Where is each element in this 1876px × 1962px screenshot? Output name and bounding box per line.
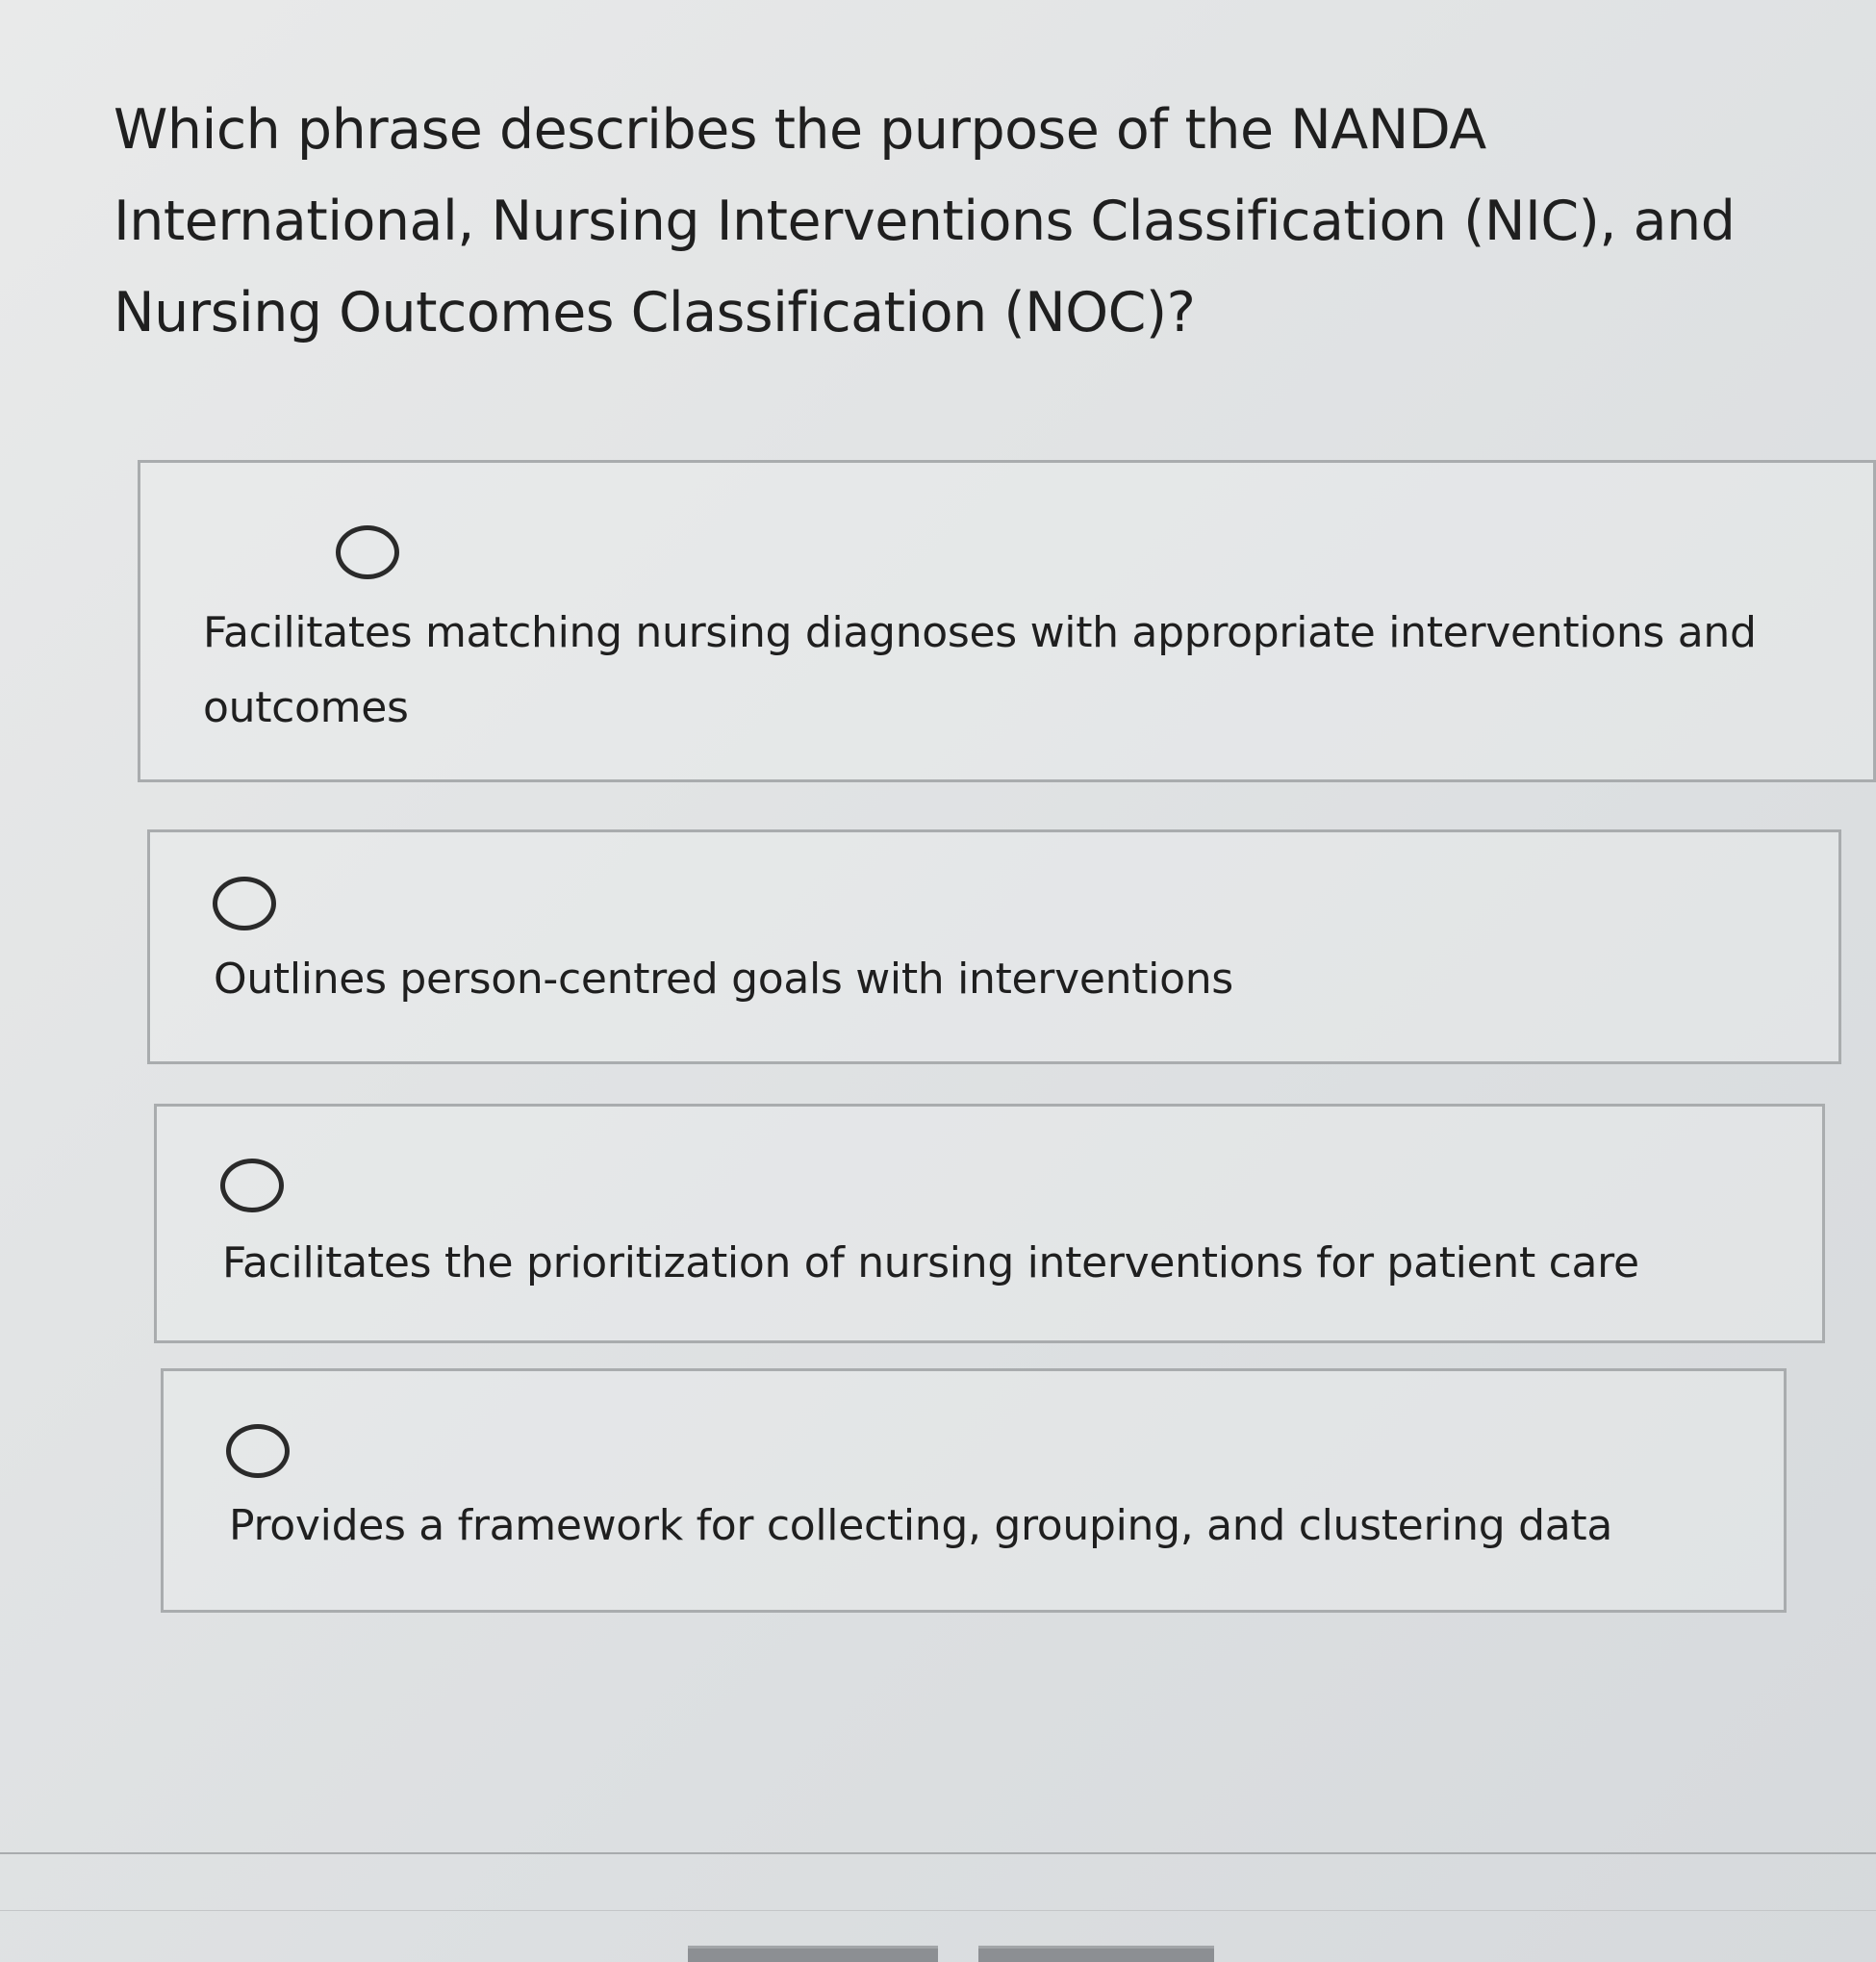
answer-option-2[interactable]: Outlines person-centred goals with inter…	[147, 829, 1841, 1064]
radio-unselected-icon[interactable]	[213, 877, 276, 930]
radio-unselected-icon[interactable]	[226, 1424, 290, 1478]
answer-option-3-label: Facilitates the prioritization of nursin…	[222, 1238, 1639, 1287]
radio-unselected-icon[interactable]	[220, 1159, 284, 1212]
answer-option-1[interactable]: Facilitates matching nursing diagnoses w…	[138, 460, 1876, 782]
answer-option-2-label: Outlines person-centred goals with inter…	[214, 955, 1233, 1004]
footer-divider	[0, 1852, 1876, 1854]
answer-option-4[interactable]: Provides a framework for collecting, gro…	[161, 1368, 1787, 1613]
answer-option-1-label: Facilitates matching nursing diagnoses w…	[203, 608, 1757, 732]
radio-unselected-icon[interactable]	[336, 525, 399, 579]
footer-divider-secondary	[0, 1910, 1876, 1911]
answer-option-4-label: Provides a framework for collecting, gro…	[229, 1501, 1612, 1550]
answer-options: Facilitates matching nursing diagnoses w…	[0, 0, 1876, 1962]
answer-option-3[interactable]: Facilitates the prioritization of nursin…	[154, 1104, 1825, 1343]
footer-button-left[interactable]	[688, 1946, 938, 1962]
footer-button-right[interactable]	[978, 1946, 1214, 1962]
